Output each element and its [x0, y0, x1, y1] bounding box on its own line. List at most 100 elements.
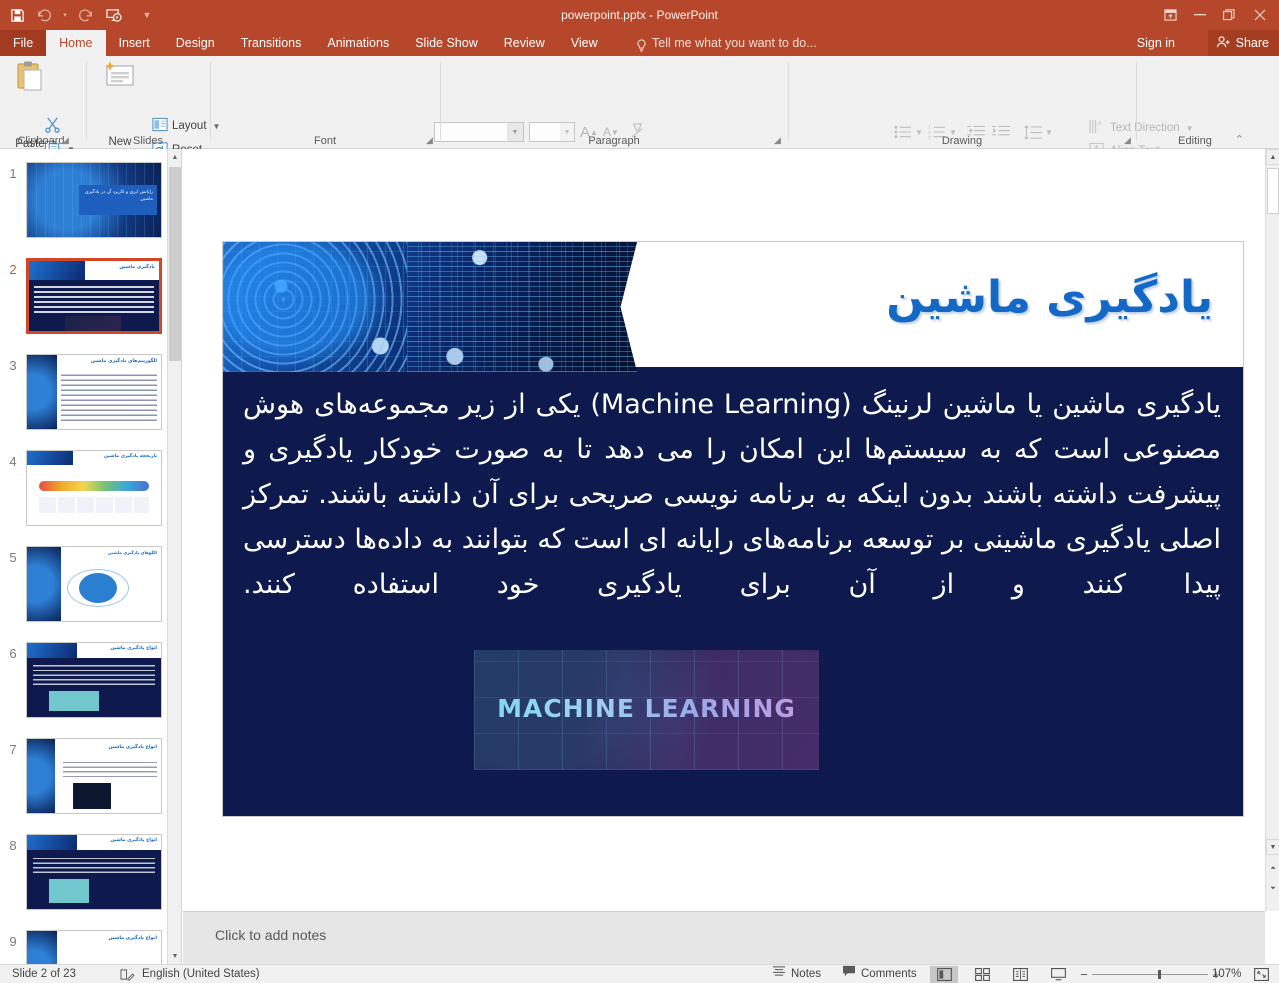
tab-review[interactable]: Review — [491, 30, 558, 56]
zoom-slider[interactable]: − + — [1076, 965, 1224, 983]
spelling-icon[interactable] — [120, 965, 135, 983]
thumbnail-slide-4[interactable]: تاریخچه یادگیری ماشین — [26, 450, 162, 526]
thumbnail-item[interactable]: 3 الگوریتم‌های یادگیری ماشین — [0, 354, 182, 430]
previous-slide-button[interactable]: ⏶ — [1266, 861, 1279, 877]
layout-label: Layout — [172, 120, 207, 132]
workspace: 1 رایانش ابری و کاربرد آن در یادگیری ماش… — [0, 149, 1279, 964]
clipboard-dialog-launcher[interactable]: ◢ — [62, 135, 69, 146]
thumbnail-slide-1[interactable]: رایانش ابری و کاربرد آن در یادگیری ماشین — [26, 162, 162, 238]
thumbnail-slide-2[interactable]: یادگیری ماشین — [26, 258, 162, 334]
ribbon-tab-bar: File Home Insert Design Transitions Anim… — [0, 30, 1279, 56]
reading-view-button[interactable] — [1006, 966, 1034, 983]
notes-icon — [772, 965, 786, 983]
tab-home[interactable]: Home — [46, 30, 105, 56]
thumbnail-number: 5 — [0, 546, 26, 565]
slide-title[interactable]: یادگیری ماشین — [613, 272, 1213, 323]
slide-indicator[interactable]: Slide 2 of 23 — [12, 965, 76, 983]
thumbnail-item[interactable]: 2 یادگیری ماشین — [0, 258, 182, 334]
minimize-button[interactable] — [1185, 2, 1214, 28]
thumbnail-item[interactable]: 1 رایانش ابری و کاربرد آن در یادگیری ماش… — [0, 162, 182, 238]
scissors-icon — [44, 116, 61, 136]
thumbnail-item[interactable]: 7 انواع یادگیری ماشین — [0, 738, 182, 814]
tab-design[interactable]: Design — [163, 30, 228, 56]
slide-sorter-view-button[interactable] — [968, 966, 996, 983]
thumbnail-item[interactable]: 8 انواع یادگیری ماشین — [0, 834, 182, 910]
thumbnail-scrollbar-thumb[interactable] — [169, 167, 181, 361]
lightbulb-icon — [636, 36, 647, 50]
scrollbar-thumb[interactable] — [1267, 168, 1279, 214]
language-indicator[interactable]: English (United States) — [142, 965, 260, 983]
thumbnail-slide-9[interactable]: انواع یادگیری ماشین — [26, 930, 162, 964]
thumbnail-title: تاریخچه یادگیری ماشین — [104, 454, 157, 459]
thumbnail-title: انواع یادگیری ماشین — [108, 745, 157, 750]
thumbnail-slide-3[interactable]: الگوریتم‌های یادگیری ماشین — [26, 354, 162, 430]
undo-icon[interactable] — [32, 2, 58, 28]
thumbnail-number: 9 — [0, 930, 26, 949]
thumbnail-item[interactable]: 4 تاریخچه یادگیری ماشین — [0, 450, 182, 526]
fit-to-window-button[interactable] — [1254, 965, 1269, 983]
next-slide-button[interactable]: ⏷ — [1266, 881, 1279, 897]
thumbnail-scroll-up-button[interactable]: ▲ — [168, 149, 182, 165]
thumbnail-title: یادگیری ماشین — [119, 265, 155, 270]
thumbnail-slide-6[interactable]: انواع یادگیری ماشین — [26, 642, 162, 718]
thumbnail-number: 7 — [0, 738, 26, 757]
thumbnail-scroll-down-button[interactable]: ▼ — [168, 948, 182, 964]
thumbnail-item[interactable]: 5 الگوهای یادگیری ماشین — [0, 546, 182, 622]
tab-view[interactable]: View — [558, 30, 611, 56]
title-bar: powerpoint.pptx - PowerPoint ▾ ▼ — [0, 0, 1279, 30]
close-button[interactable] — [1243, 2, 1277, 28]
zoom-level[interactable]: 107% — [1212, 965, 1241, 983]
thumbnail-item[interactable]: 6 انواع یادگیری ماشین — [0, 642, 182, 718]
current-slide[interactable]: یادگیری ماشین یادگیری ماشین یا ماشین لرن… — [222, 241, 1244, 817]
ribbon-group-drawing: A — [792, 56, 1132, 149]
tab-transitions[interactable]: Transitions — [228, 30, 315, 56]
slide-thumbnail-pane[interactable]: 1 رایانش ابری و کاربرد آن در یادگیری ماش… — [0, 149, 182, 964]
normal-view-button[interactable] — [930, 966, 958, 983]
layout-icon — [152, 117, 168, 135]
notes-pane[interactable]: Click to add notes — [183, 911, 1265, 964]
tab-insert[interactable]: Insert — [106, 30, 163, 56]
thumbnail-slide-7[interactable]: انواع یادگیری ماشین — [26, 738, 162, 814]
group-divider — [1136, 62, 1137, 140]
font-dialog-launcher[interactable]: ◢ — [426, 135, 433, 146]
ribbon: Paste ▼ ▼ Clipboard ◢ — [0, 56, 1279, 149]
notes-placeholder[interactable]: Click to add notes — [215, 927, 326, 943]
tab-slide-show[interactable]: Slide Show — [402, 30, 491, 56]
undo-dropdown-icon[interactable]: ▾ — [60, 2, 70, 28]
customize-qat-icon[interactable]: ▼ — [134, 2, 160, 28]
zoom-slider-track[interactable] — [1092, 974, 1208, 975]
thumbnail-title: رایانش ابری و کاربرد آن در یادگیری ماشین — [83, 189, 153, 203]
tab-animations[interactable]: Animations — [314, 30, 402, 56]
scroll-up-button[interactable]: ▲ — [1266, 149, 1279, 165]
slide-header-image[interactable] — [223, 242, 637, 372]
ribbon-display-options-icon[interactable] — [1156, 2, 1185, 28]
collapse-ribbon-button[interactable]: ⌃ — [1235, 133, 1244, 146]
sign-in-button[interactable]: Sign in — [1129, 30, 1183, 56]
cut-button[interactable] — [44, 116, 61, 136]
group-divider — [210, 62, 211, 140]
zoom-out-button[interactable]: − — [1076, 967, 1092, 982]
machine-learning-image[interactable]: MACHINE LEARNING — [474, 650, 819, 770]
tab-file[interactable]: File — [0, 30, 46, 56]
save-icon[interactable] — [4, 2, 30, 28]
thumbnail-slide-5[interactable]: الگوهای یادگیری ماشین — [26, 546, 162, 622]
redo-icon[interactable] — [72, 2, 98, 28]
zoom-slider-handle[interactable] — [1158, 970, 1161, 979]
thumbnail-slide-8[interactable]: انواع یادگیری ماشین — [26, 834, 162, 910]
slide-body-text[interactable]: یادگیری ماشین یا ماشین لرنینگ (Machine L… — [243, 382, 1221, 607]
paragraph-dialog-launcher[interactable]: ◢ — [774, 135, 781, 146]
thumbnail-item[interactable]: 9 انواع یادگیری ماشین — [0, 930, 182, 964]
tell-me-search[interactable]: Tell me what you want to do... — [636, 30, 817, 56]
scroll-down-button[interactable]: ▼ — [1266, 839, 1279, 855]
slide-area-scrollbar[interactable]: ▲ ▼ ⏶ ⏷ — [1265, 149, 1279, 911]
share-button[interactable]: Share — [1208, 30, 1279, 56]
start-from-beginning-icon[interactable] — [100, 2, 126, 28]
notes-button[interactable]: Notes — [772, 965, 821, 983]
slide-editing-area[interactable]: یادگیری ماشین یادگیری ماشین یا ماشین لرن… — [183, 149, 1265, 911]
font-group-label: Font — [214, 135, 436, 147]
restore-button[interactable] — [1214, 2, 1243, 28]
slide-show-button[interactable] — [1044, 966, 1072, 983]
comments-button[interactable]: Comments — [842, 965, 917, 983]
thumbnail-pane-scrollbar[interactable]: ▲ ▼ — [167, 149, 181, 964]
drawing-dialog-launcher[interactable]: ◢ — [1124, 135, 1131, 146]
